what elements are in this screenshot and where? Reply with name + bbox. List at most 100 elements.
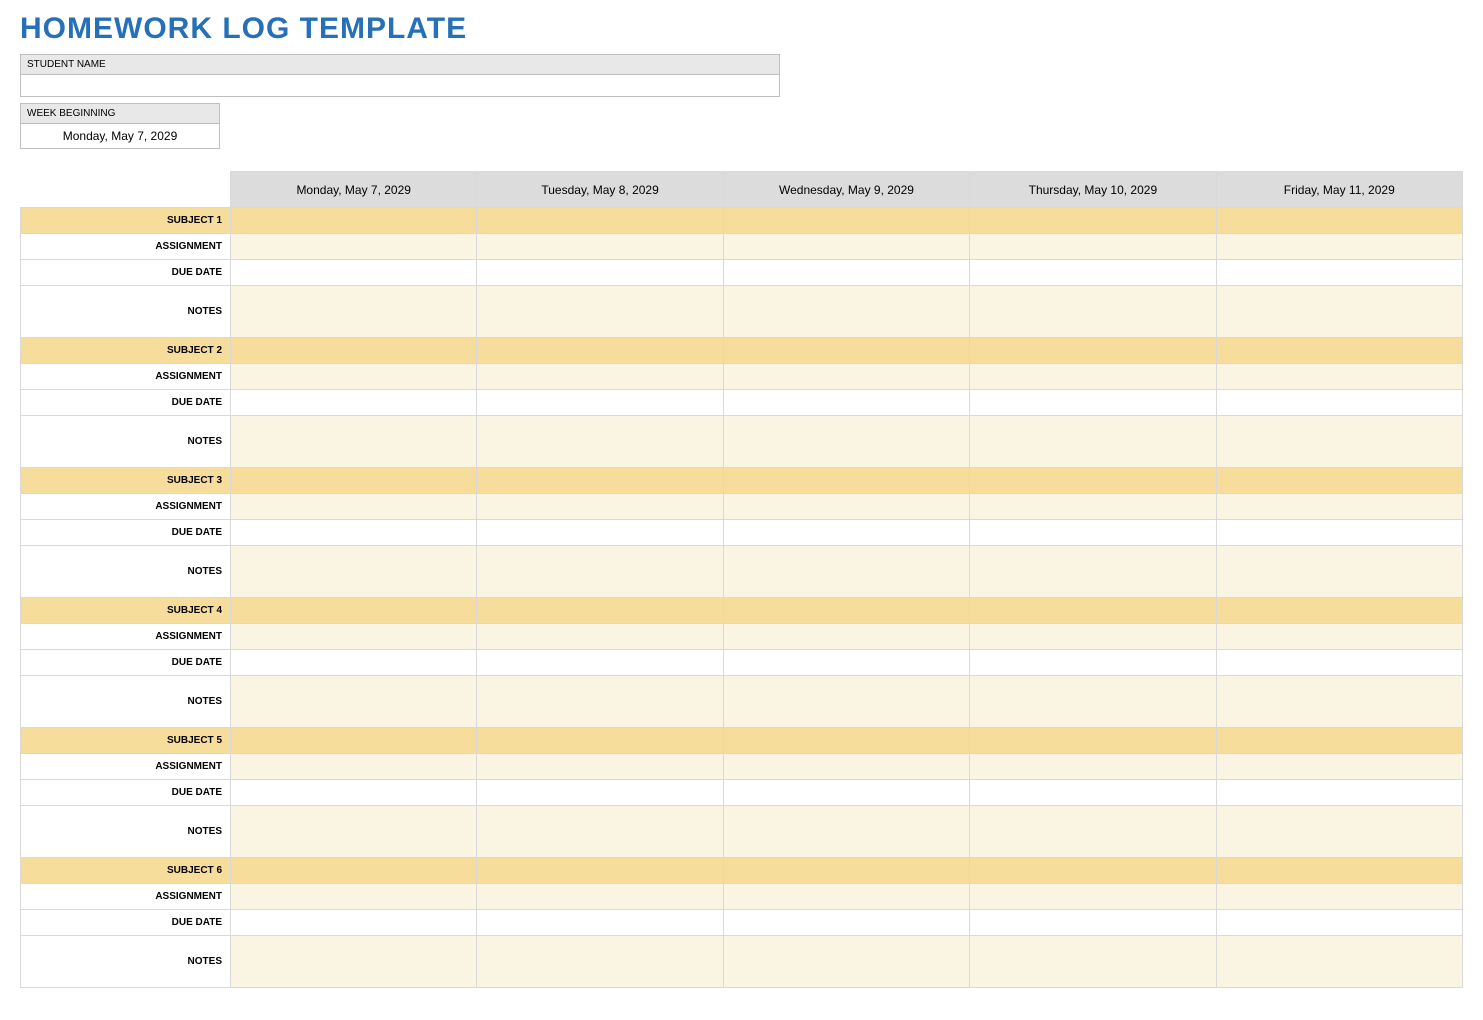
assignment-cell[interactable] [1216,234,1462,260]
notes-cell[interactable] [723,936,969,988]
subject-cell[interactable] [723,338,969,364]
subject-cell[interactable] [477,598,723,624]
assignment-cell[interactable] [970,234,1216,260]
assignment-cell[interactable] [477,884,723,910]
subject-cell[interactable] [477,468,723,494]
notes-cell[interactable] [723,676,969,728]
assignment-cell[interactable] [477,754,723,780]
duedate-cell[interactable] [723,650,969,676]
assignment-cell[interactable] [231,884,477,910]
duedate-cell[interactable] [477,260,723,286]
duedate-cell[interactable] [970,910,1216,936]
assignment-cell[interactable] [970,494,1216,520]
duedate-cell[interactable] [231,390,477,416]
assignment-cell[interactable] [231,494,477,520]
duedate-cell[interactable] [231,520,477,546]
assignment-cell[interactable] [477,494,723,520]
subject-cell[interactable] [477,858,723,884]
subject-cell[interactable] [231,208,477,234]
subject-cell[interactable] [970,468,1216,494]
subject-cell[interactable] [723,598,969,624]
duedate-cell[interactable] [970,260,1216,286]
student-name-input[interactable] [20,75,780,97]
subject-cell[interactable] [1216,858,1462,884]
notes-cell[interactable] [970,546,1216,598]
notes-cell[interactable] [723,546,969,598]
assignment-cell[interactable] [477,364,723,390]
assignment-cell[interactable] [1216,494,1462,520]
notes-cell[interactable] [477,806,723,858]
assignment-cell[interactable] [1216,754,1462,780]
notes-cell[interactable] [970,416,1216,468]
duedate-cell[interactable] [723,780,969,806]
notes-cell[interactable] [1216,416,1462,468]
subject-cell[interactable] [1216,468,1462,494]
subject-cell[interactable] [477,208,723,234]
duedate-cell[interactable] [477,910,723,936]
notes-cell[interactable] [231,806,477,858]
assignment-cell[interactable] [970,624,1216,650]
duedate-cell[interactable] [723,520,969,546]
subject-cell[interactable] [970,858,1216,884]
duedate-cell[interactable] [231,910,477,936]
subject-cell[interactable] [231,858,477,884]
notes-cell[interactable] [231,416,477,468]
notes-cell[interactable] [970,806,1216,858]
duedate-cell[interactable] [477,780,723,806]
assignment-cell[interactable] [231,624,477,650]
notes-cell[interactable] [723,286,969,338]
notes-cell[interactable] [1216,676,1462,728]
subject-cell[interactable] [1216,208,1462,234]
notes-cell[interactable] [1216,936,1462,988]
duedate-cell[interactable] [477,520,723,546]
notes-cell[interactable] [231,286,477,338]
assignment-cell[interactable] [970,754,1216,780]
subject-cell[interactable] [231,598,477,624]
notes-cell[interactable] [970,676,1216,728]
subject-cell[interactable] [231,728,477,754]
subject-cell[interactable] [1216,338,1462,364]
week-beginning-value[interactable]: Monday, May 7, 2029 [20,124,220,149]
assignment-cell[interactable] [723,234,969,260]
duedate-cell[interactable] [1216,260,1462,286]
notes-cell[interactable] [477,676,723,728]
subject-cell[interactable] [723,858,969,884]
duedate-cell[interactable] [1216,390,1462,416]
assignment-cell[interactable] [723,754,969,780]
assignment-cell[interactable] [477,624,723,650]
assignment-cell[interactable] [970,884,1216,910]
notes-cell[interactable] [1216,286,1462,338]
assignment-cell[interactable] [723,494,969,520]
notes-cell[interactable] [477,416,723,468]
notes-cell[interactable] [231,676,477,728]
duedate-cell[interactable] [723,390,969,416]
assignment-cell[interactable] [723,884,969,910]
duedate-cell[interactable] [970,780,1216,806]
assignment-cell[interactable] [723,624,969,650]
subject-cell[interactable] [970,208,1216,234]
duedate-cell[interactable] [723,260,969,286]
duedate-cell[interactable] [970,390,1216,416]
notes-cell[interactable] [477,936,723,988]
notes-cell[interactable] [970,286,1216,338]
assignment-cell[interactable] [1216,624,1462,650]
duedate-cell[interactable] [1216,520,1462,546]
notes-cell[interactable] [477,546,723,598]
notes-cell[interactable] [231,546,477,598]
duedate-cell[interactable] [231,650,477,676]
subject-cell[interactable] [970,728,1216,754]
duedate-cell[interactable] [477,650,723,676]
duedate-cell[interactable] [1216,910,1462,936]
subject-cell[interactable] [231,338,477,364]
subject-cell[interactable] [477,338,723,364]
notes-cell[interactable] [477,286,723,338]
subject-cell[interactable] [231,468,477,494]
subject-cell[interactable] [477,728,723,754]
subject-cell[interactable] [723,728,969,754]
notes-cell[interactable] [723,806,969,858]
assignment-cell[interactable] [231,364,477,390]
duedate-cell[interactable] [231,780,477,806]
duedate-cell[interactable] [1216,650,1462,676]
assignment-cell[interactable] [231,234,477,260]
subject-cell[interactable] [970,338,1216,364]
